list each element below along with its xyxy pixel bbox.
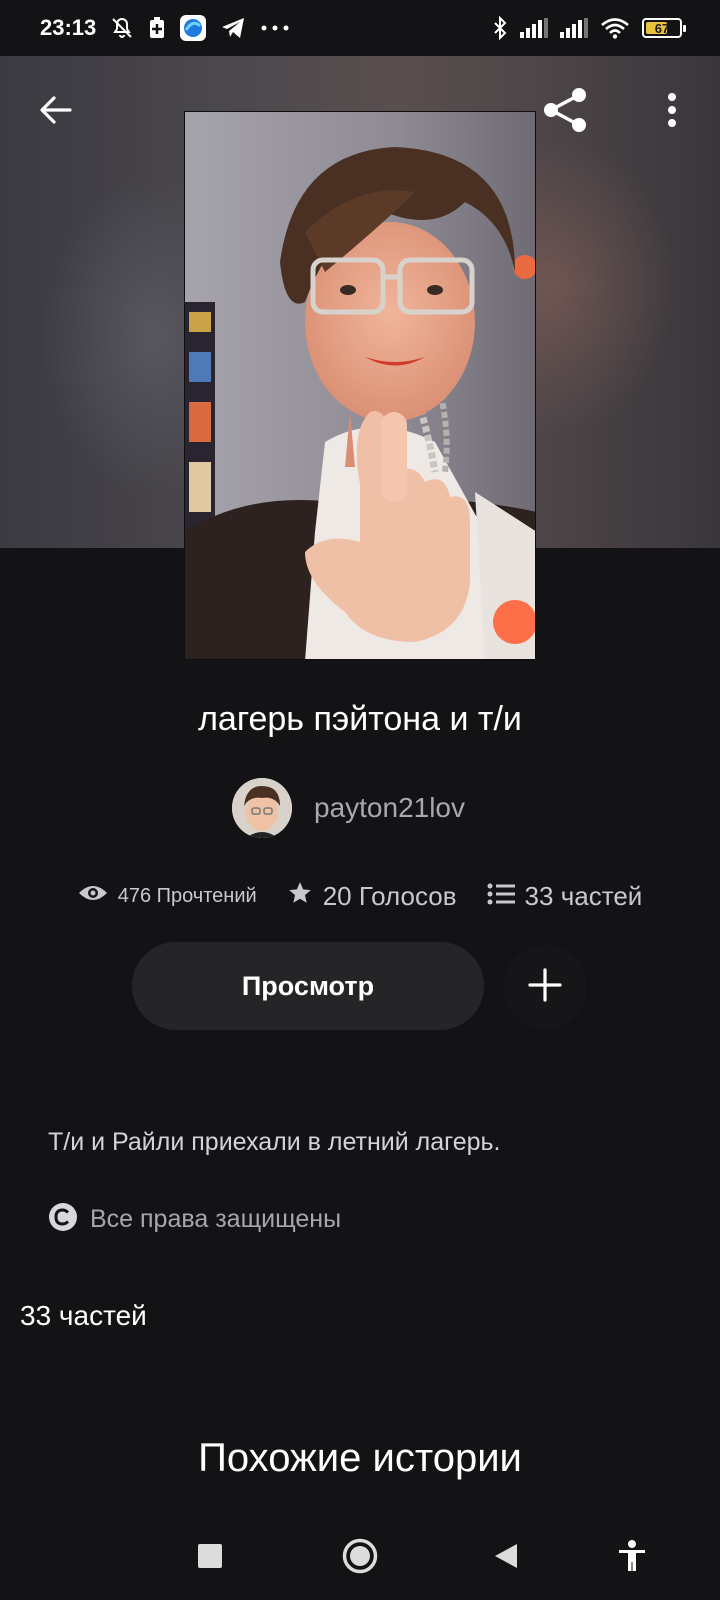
parts-count: 33 частей xyxy=(524,880,643,911)
battery-icon: 67 xyxy=(642,18,686,38)
add-to-library-button[interactable] xyxy=(503,945,587,1029)
story-title: лагерь пэйтона и т/и xyxy=(198,700,522,738)
more-dots-icon xyxy=(260,24,290,32)
signal-icon xyxy=(520,18,548,38)
battery-saver-icon xyxy=(148,16,166,40)
browser-app-icon xyxy=(180,15,207,41)
author-name: payton21lov xyxy=(314,792,466,823)
status-left: 23:13 xyxy=(40,15,290,41)
wifi-icon xyxy=(600,17,630,39)
battery-cap xyxy=(683,25,686,32)
home-circle-icon xyxy=(342,1538,378,1579)
battery-level: 67 xyxy=(654,20,670,36)
list-icon xyxy=(487,881,515,912)
bluetooth-icon xyxy=(492,16,508,40)
votes-stat: 20 Голосов xyxy=(287,880,457,913)
more-options-button[interactable] xyxy=(640,80,704,144)
votes-count: 20 Голосов xyxy=(322,880,457,911)
status-time: 23:13 xyxy=(40,15,97,40)
similar-stories-heading: Похожие истории xyxy=(198,1436,522,1480)
parts-stat: 33 частей xyxy=(487,880,643,912)
telegram-icon xyxy=(220,16,246,40)
copyright-icon xyxy=(48,1202,78,1237)
status-bar: 23:13 67 xyxy=(0,0,720,56)
reads-count: 476 Прочтений xyxy=(117,884,257,907)
navigation-bar xyxy=(0,1512,720,1600)
recent-apps-button[interactable] xyxy=(178,1526,242,1590)
back-button[interactable] xyxy=(24,80,88,144)
story-stats: 476 Прочтений 20 Голосов 33 частей xyxy=(0,876,720,916)
recent-apps-square-icon xyxy=(198,1543,222,1573)
star-icon xyxy=(287,880,313,913)
story-cover-image[interactable] xyxy=(184,111,536,660)
parts-heading[interactable]: 33 частей xyxy=(20,1300,147,1332)
back-triangle-icon xyxy=(494,1543,518,1574)
copyright-notice: Все права защищены xyxy=(48,1202,341,1237)
story-description: Т/и и Райли приехали в летний лагерь. xyxy=(48,1128,501,1156)
system-back-button[interactable] xyxy=(474,1526,538,1590)
share-button[interactable] xyxy=(534,80,598,144)
avatar xyxy=(232,778,292,838)
cover-illustration xyxy=(185,112,535,659)
status-right: 67 xyxy=(492,16,686,40)
accessibility-button[interactable] xyxy=(600,1526,664,1590)
signal-icon xyxy=(560,18,588,38)
arrow-left-icon xyxy=(38,92,74,133)
notifications-muted-icon xyxy=(110,16,134,40)
reads-stat: 476 Прочтений xyxy=(78,883,257,909)
more-vertical-icon xyxy=(666,92,678,133)
eye-icon xyxy=(78,883,108,909)
copyright-text: Все права защищены xyxy=(90,1205,342,1233)
plus-icon xyxy=(527,967,563,1008)
home-button[interactable] xyxy=(328,1526,392,1590)
author-link[interactable]: payton21lov xyxy=(232,778,465,838)
read-button[interactable]: Просмотр xyxy=(132,942,484,1030)
share-icon xyxy=(541,85,591,140)
accessibility-icon xyxy=(617,1539,647,1577)
